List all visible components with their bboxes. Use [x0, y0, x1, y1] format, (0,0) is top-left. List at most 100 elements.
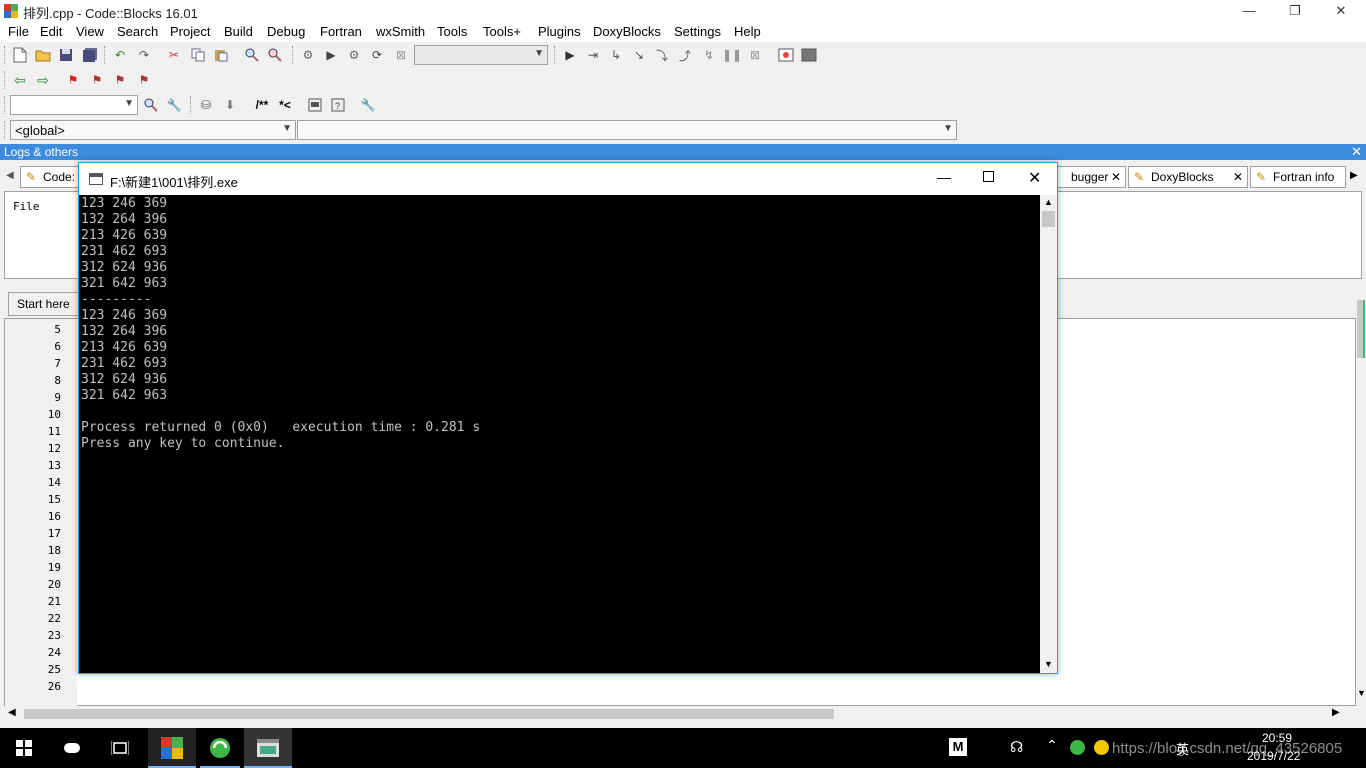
menu-search[interactable]: Search	[117, 24, 158, 39]
tray-chevron-up-icon[interactable]: ⌃	[1046, 737, 1058, 754]
clock-time[interactable]: 20:59	[1262, 731, 1292, 745]
arrow-right-icon[interactable]: ⇨	[33, 70, 53, 90]
bookmark-clear-icon[interactable]: ⚑	[134, 70, 154, 90]
hscroll-thumb[interactable]	[24, 709, 834, 719]
run-to-cursor-icon[interactable]: ⇥	[583, 45, 603, 65]
arrow-left-icon[interactable]: ⇦	[10, 70, 30, 90]
menu-tools-plus[interactable]: Tools+	[483, 24, 521, 39]
wrench-icon[interactable]: 🔧	[164, 95, 184, 115]
search-icon[interactable]	[141, 95, 161, 115]
tab-start-here[interactable]: Start here	[8, 292, 86, 316]
chm-docs-icon[interactable]: ?	[328, 95, 348, 115]
taskbar-browser-icon[interactable]	[196, 728, 244, 768]
close-button[interactable]: ✕	[1318, 0, 1364, 22]
console-vertical-scrollbar[interactable]: ▲ ▼	[1040, 195, 1057, 673]
build-gear-icon[interactable]: ⚙	[298, 45, 318, 65]
tab-scroll-right-icon[interactable]: ▶	[1350, 170, 1358, 181]
bookmark-toggle-icon[interactable]: ⚑	[63, 70, 83, 90]
save-icon[interactable]	[56, 45, 76, 65]
menu-wxsmith[interactable]: wxSmith	[376, 24, 425, 39]
next-instruction-icon[interactable]: ↘	[629, 45, 649, 65]
console-close-button[interactable]: ✕	[1028, 168, 1041, 188]
tab-doxyblocks[interactable]: ✎ DoxyBlocks ✕	[1128, 166, 1248, 188]
clock-date[interactable]: 2019/7/22	[1247, 749, 1300, 763]
menu-view[interactable]: View	[76, 24, 104, 39]
scope-select[interactable]: <global> ▼	[10, 120, 296, 140]
toolbar-grip[interactable]	[4, 121, 7, 139]
task-view-icon[interactable]	[96, 728, 144, 768]
stop-debug-icon[interactable]: ⊠	[745, 45, 765, 65]
run-icon[interactable]: ▶	[321, 45, 341, 65]
html-docs-icon[interactable]	[305, 95, 325, 115]
taskbar-codeblocks-icon[interactable]	[148, 728, 196, 768]
tab-scroll-left-icon[interactable]: ◀	[6, 170, 14, 181]
menu-help[interactable]: Help	[734, 24, 761, 39]
taskbar-console-icon[interactable]	[244, 728, 292, 768]
replace-icon[interactable]	[265, 45, 285, 65]
various-info-icon[interactable]	[799, 45, 819, 65]
scroll-down-arrow-icon[interactable]: ▼	[1357, 688, 1366, 698]
debug-start-icon[interactable]: ▶	[560, 45, 580, 65]
scroll-right-arrow-icon[interactable]: ▶	[1332, 707, 1340, 718]
windows-start-icon[interactable]	[0, 728, 48, 768]
console-window[interactable]: F:\新建1\001\排列.exe — ✕ 123 246 369 132 264…	[78, 162, 1058, 674]
incremental-search-combo[interactable]: ▼	[10, 95, 138, 115]
block-comment-button[interactable]: /**	[250, 95, 274, 115]
extract-docs-icon[interactable]: ⬇	[220, 95, 240, 115]
redo-icon[interactable]: ↷	[134, 45, 154, 65]
debug-windows-icon[interactable]	[776, 45, 796, 65]
doxywizard-icon[interactable]: ⛁	[196, 95, 216, 115]
scroll-thumb[interactable]	[1357, 300, 1365, 358]
console-minimize-button[interactable]: —	[937, 169, 951, 185]
build-target-select[interactable]: ▼	[414, 45, 548, 65]
menu-build[interactable]: Build	[224, 24, 253, 39]
pause-icon[interactable]: ❚❚	[722, 45, 742, 65]
open-folder-icon[interactable]	[33, 45, 53, 65]
save-all-icon[interactable]	[80, 45, 100, 65]
bookmark-next-icon[interactable]: ⚑	[110, 70, 130, 90]
minimize-button[interactable]: —	[1226, 0, 1272, 22]
menu-tools[interactable]: Tools	[437, 24, 467, 39]
paste-icon[interactable]	[211, 45, 231, 65]
tray-browser-icon[interactable]	[1070, 740, 1085, 755]
console-output[interactable]: 123 246 369 132 264 396 213 426 639 231 462…	[79, 195, 1040, 673]
step-into-icon[interactable]: ⤵	[652, 45, 672, 65]
copy-icon[interactable]	[188, 45, 208, 65]
menu-file[interactable]: File	[8, 24, 29, 39]
menu-debug[interactable]: Debug	[267, 24, 305, 39]
undo-icon[interactable]: ↶	[110, 45, 130, 65]
maximize-button[interactable]: ❐	[1272, 0, 1318, 22]
menu-plugins[interactable]: Plugins	[538, 24, 581, 39]
toolbar-grip[interactable]	[4, 96, 7, 114]
next-line-icon[interactable]: ↳	[606, 45, 626, 65]
tray-plus-icon[interactable]	[1094, 740, 1109, 755]
step-into-instruction-icon[interactable]: ↯	[699, 45, 719, 65]
editor-vertical-scrollbar[interactable]: ▼	[1356, 298, 1366, 706]
menu-edit[interactable]: Edit	[40, 24, 62, 39]
menu-settings[interactable]: Settings	[674, 24, 721, 39]
abort-icon[interactable]: ⊠	[391, 45, 411, 65]
console-scroll-up-icon[interactable]: ▲	[1044, 197, 1053, 207]
tray-person-icon[interactable]: ☊	[1010, 738, 1023, 756]
bookmark-previous-icon[interactable]: ⚑	[87, 70, 107, 90]
build-and-run-icon[interactable]: ⚙	[344, 45, 364, 65]
doxy-config-wrench-icon[interactable]: 🔧	[358, 95, 378, 115]
scroll-left-arrow-icon[interactable]: ◀	[8, 707, 16, 718]
tab-close-icon[interactable]: ✕	[1233, 167, 1243, 187]
rebuild-icon[interactable]: ⟳	[367, 45, 387, 65]
find-icon[interactable]	[242, 45, 262, 65]
menu-project[interactable]: Project	[170, 24, 210, 39]
cortana-icon[interactable]	[48, 728, 96, 768]
console-scroll-down-icon[interactable]: ▼	[1044, 659, 1053, 669]
menu-doxyblocks[interactable]: DoxyBlocks	[593, 24, 661, 39]
console-scroll-thumb[interactable]	[1042, 211, 1055, 227]
logs-close-icon[interactable]: ✕	[1351, 144, 1362, 160]
new-file-icon[interactable]	[10, 45, 30, 65]
cut-icon[interactable]: ✂	[164, 45, 184, 65]
tray-m-icon[interactable]: M	[949, 738, 967, 756]
tab-close-icon[interactable]: ✕	[1111, 167, 1121, 187]
console-maximize-button[interactable]	[983, 171, 994, 182]
toolbar-grip[interactable]	[4, 46, 7, 64]
symbol-select[interactable]: ▼	[297, 120, 957, 140]
line-comment-button[interactable]: *<	[275, 95, 295, 115]
